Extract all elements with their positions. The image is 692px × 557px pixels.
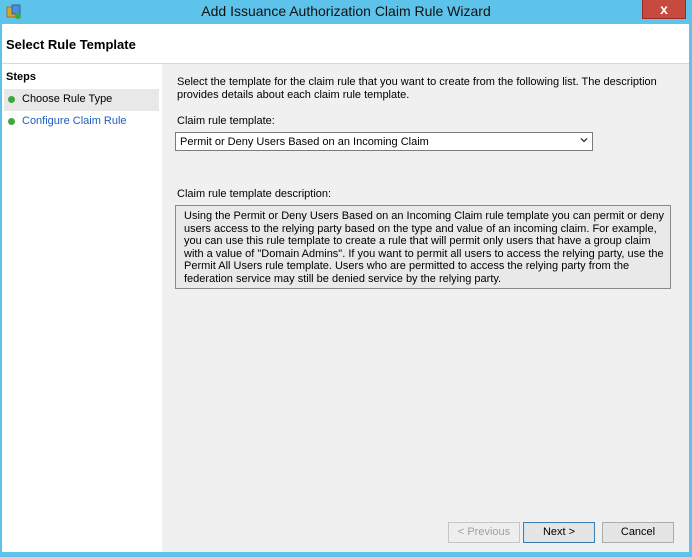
template-description-text: Using the Permit or Deny Users Based on … [184, 210, 664, 285]
steps-pane: Steps Choose Rule Type Configure Claim R… [2, 64, 162, 552]
template-dropdown-value: Permit or Deny Users Based on an Incomin… [180, 136, 429, 148]
template-dropdown[interactable]: Permit or Deny Users Based on an Incomin… [175, 132, 593, 151]
page-header: Select Rule Template [2, 24, 689, 64]
chevron-down-icon [580, 138, 588, 143]
step-link[interactable]: Configure Claim Rule [22, 115, 127, 127]
step-status-icon [8, 96, 15, 103]
template-description-box: Using the Permit or Deny Users Based on … [175, 205, 671, 289]
button-bar: < Previous Next > Cancel [163, 510, 689, 552]
description-label: Claim rule template description: [177, 188, 332, 200]
close-icon: x [660, 1, 668, 17]
window-title: Add Issuance Authorization Claim Rule Wi… [201, 3, 491, 19]
cancel-button[interactable]: Cancel [602, 522, 674, 543]
wizard-window: Add Issuance Authorization Claim Rule Wi… [0, 0, 692, 557]
next-button[interactable]: Next > [523, 522, 595, 543]
title-bar[interactable]: Add Issuance Authorization Claim Rule Wi… [0, 0, 692, 24]
step-choose-rule-type: Choose Rule Type [4, 89, 159, 111]
wizard-client-area: Select Rule Template Steps Choose Rule T… [2, 24, 689, 552]
page-title: Select Rule Template [6, 37, 136, 52]
step-label: Choose Rule Type [22, 93, 113, 105]
intro-text: Select the template for the claim rule t… [177, 76, 657, 101]
step-configure-claim-rule[interactable]: Configure Claim Rule [4, 111, 159, 133]
template-label: Claim rule template: [177, 115, 275, 127]
close-button[interactable]: x [642, 0, 686, 19]
step-status-icon [8, 118, 15, 125]
previous-button[interactable]: < Previous [448, 522, 520, 543]
steps-heading: Steps [6, 71, 36, 83]
main-content: Select the template for the claim rule t… [163, 64, 689, 510]
